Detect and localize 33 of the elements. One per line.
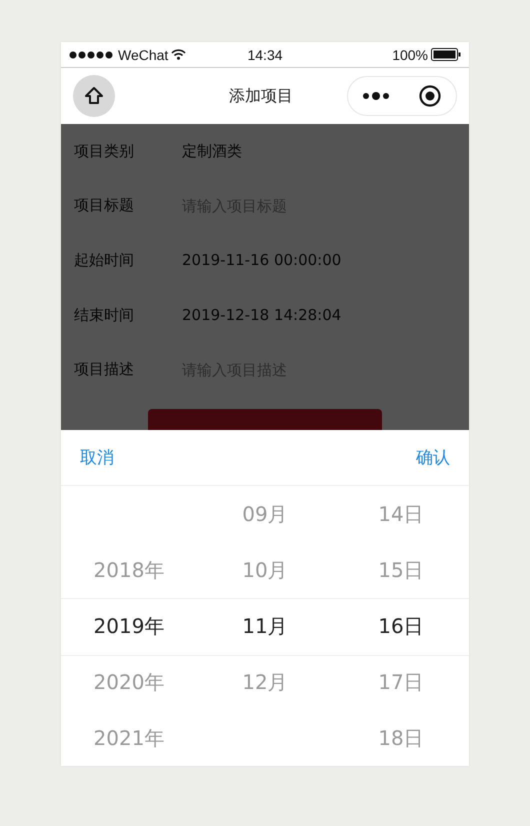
picker-option[interactable]: 12月 [242, 668, 288, 696]
field-label: 项目描述 [74, 360, 135, 380]
input-field[interactable]: 定制酒类 [182, 142, 456, 160]
confirm-button[interactable]: 确认 [416, 446, 450, 469]
picker-option[interactable]: 18日 [378, 724, 424, 752]
input-field[interactable]: 2019-12-18 14:28:04 [182, 306, 456, 324]
picker-option[interactable]: 2021年 [94, 724, 164, 752]
signal-icon [69, 50, 115, 58]
wifi-icon [171, 49, 186, 60]
picker-option[interactable]: 11月 [242, 612, 288, 640]
field-label: 项目类别 [74, 142, 135, 161]
picker-option[interactable]: 14日 [378, 500, 424, 528]
home-icon [83, 85, 105, 107]
picker-option[interactable]: 2020年 [94, 668, 164, 696]
picker-option[interactable]: 17日 [378, 668, 424, 696]
input-field[interactable]: 2019-11-16 00:00:00 [182, 251, 456, 270]
picker-option[interactable]: 2018年 [94, 556, 164, 584]
cancel-button[interactable]: 取消 [80, 446, 114, 469]
picker-option[interactable]: 10月 [242, 556, 288, 584]
field-label: 结束时间 [74, 306, 135, 325]
picker-option[interactable]: 2019年 [94, 612, 164, 640]
battery-percent: 100% [392, 46, 428, 62]
clock-time: 14:34 [247, 46, 283, 62]
field-label: 起始时间 [74, 250, 135, 270]
battery-icon [431, 48, 462, 61]
carrier-name: WeChat [118, 46, 168, 62]
home-button[interactable] [73, 75, 115, 117]
more-icon[interactable] [363, 92, 389, 100]
field-label: 项目标题 [74, 196, 135, 216]
picker-option[interactable]: 15日 [378, 556, 424, 584]
page-title: 添加项目 [229, 86, 293, 106]
picker-option[interactable]: 09月 [242, 500, 288, 528]
picker-option[interactable]: 16日 [378, 612, 424, 640]
